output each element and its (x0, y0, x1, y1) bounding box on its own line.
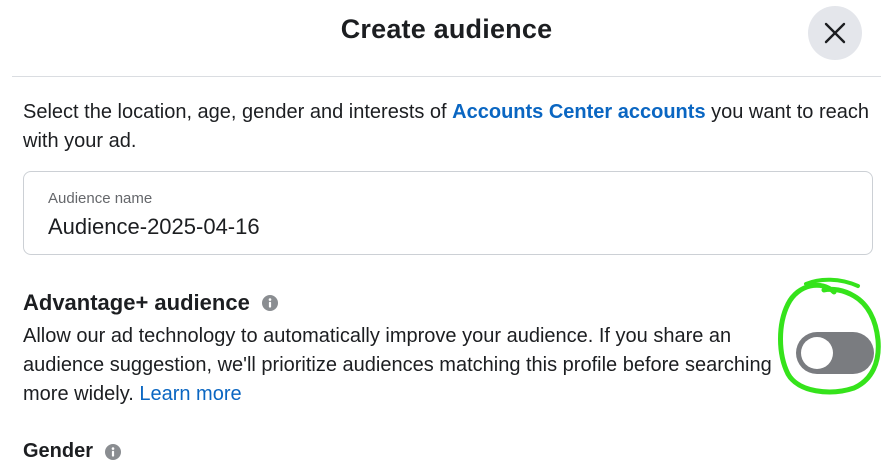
learn-more-link[interactable]: Learn more (139, 383, 241, 405)
dialog-title: Create audience (340, 14, 553, 44)
audience-name-label: Audience name (48, 190, 153, 207)
info-icon[interactable] (105, 443, 122, 460)
create-audience-dialog: Create audience Select the location, age… (0, 0, 881, 462)
toggle-knob (801, 337, 833, 369)
gender-title: Gender (23, 440, 94, 462)
gender-heading: Gender (23, 440, 122, 462)
intro-text: Select the location, age, gender and int… (23, 98, 875, 156)
advantage-audience-title: Advantage+ audience (23, 290, 250, 315)
advantage-audience-heading: Advantage+ audience (23, 290, 278, 316)
intro-text-before: Select the location, age, gender and int… (23, 101, 453, 123)
close-button[interactable] (808, 6, 862, 60)
audience-name-input[interactable]: Audience-2025-04-16 (48, 214, 260, 240)
dialog-header: Create audience (12, 0, 881, 77)
advantage-audience-description: Allow our ad technology to automatically… (23, 322, 783, 409)
advantage-description-text: Allow our ad technology to automatically… (23, 325, 772, 405)
close-icon (824, 22, 846, 44)
audience-name-field[interactable]: Audience name Audience-2025-04-16 (23, 171, 873, 255)
advantage-audience-toggle[interactable] (796, 332, 874, 374)
info-icon[interactable] (261, 295, 278, 311)
accounts-center-link[interactable]: Accounts Center accounts (452, 101, 705, 123)
